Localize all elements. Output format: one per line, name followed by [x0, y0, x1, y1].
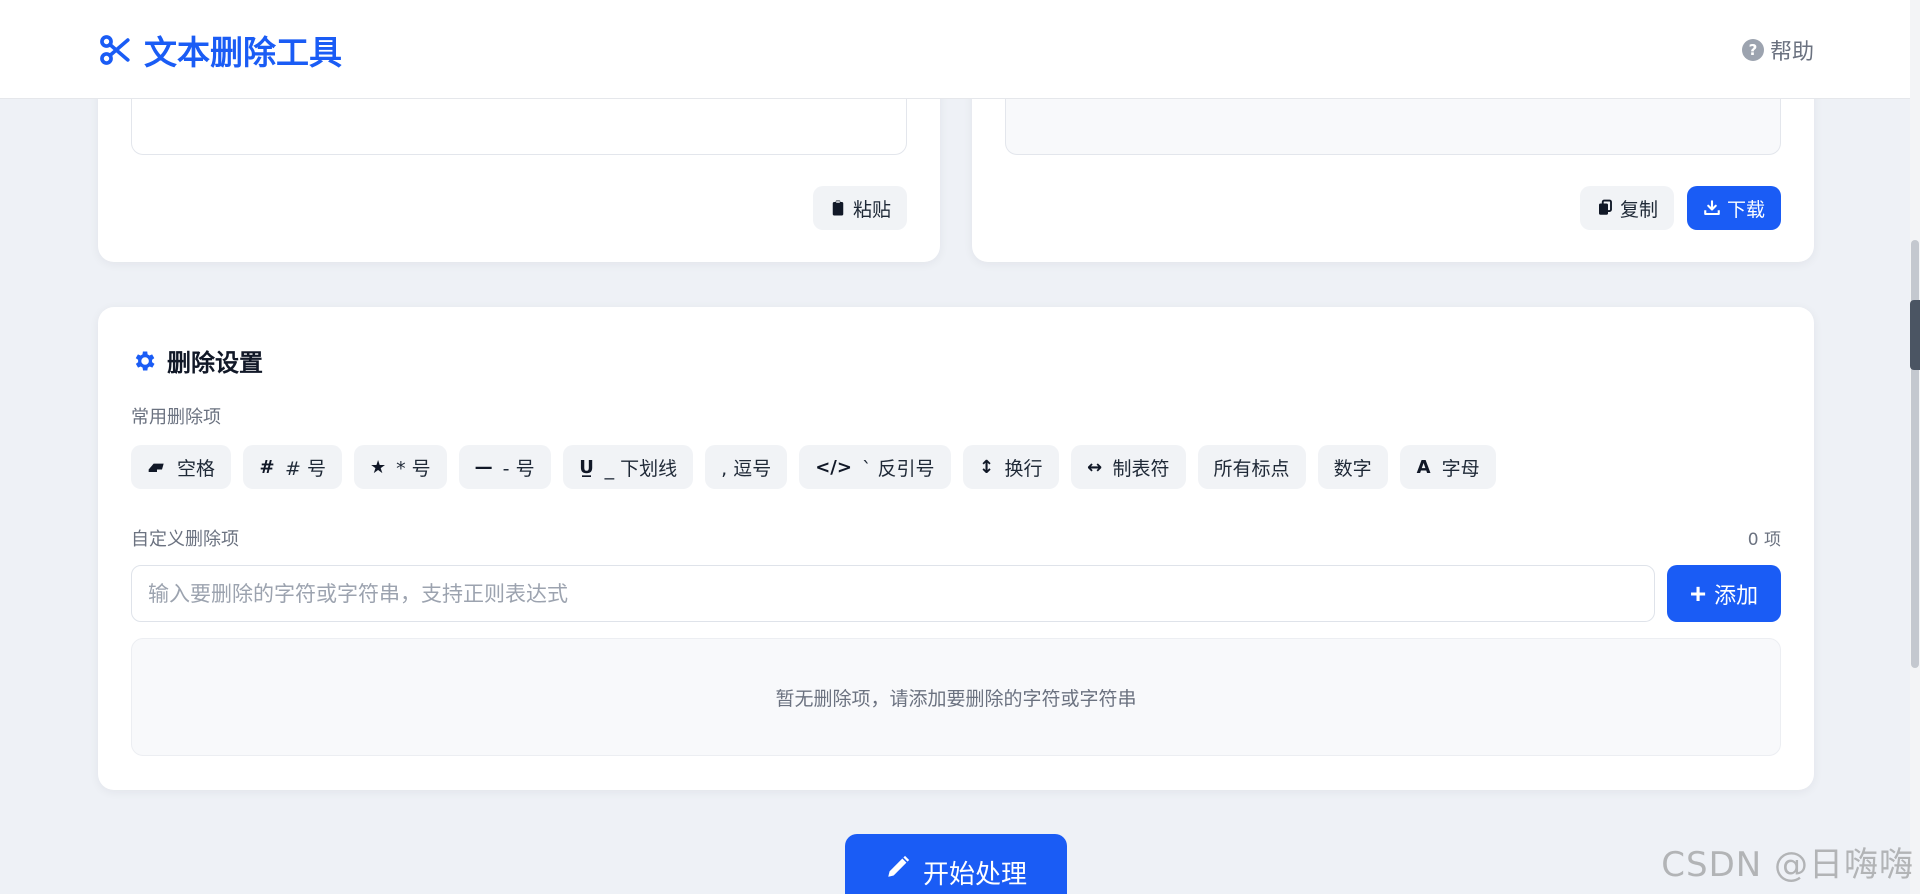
gear-icon	[135, 350, 155, 371]
vertical-arrows-icon: ↕	[978, 456, 995, 478]
custom-items-count: 0 项	[1747, 530, 1781, 550]
chip-asterisk[interactable]: ★ * 号	[353, 445, 447, 489]
input-textarea[interactable]	[131, 90, 907, 155]
app-root: 粘贴 复制 下载 文本删除工具 ? 帮助 删除设置 常用删除项 空格 # # 号…	[0, 0, 1920, 894]
underline-icon: U̲	[579, 456, 594, 478]
common-items-label: 常用删除项	[131, 407, 221, 428]
plus-icon: +	[1689, 577, 1707, 609]
add-button[interactable]: + 添加	[1667, 565, 1781, 622]
copy-icon	[1598, 199, 1612, 215]
chip-label: _ 下划线	[604, 457, 678, 480]
settings-title-text: 删除设置	[167, 349, 263, 377]
side-panel-handle[interactable]	[1910, 300, 1920, 370]
chip-newline[interactable]: ↕ 换行	[962, 445, 1059, 489]
download-icon	[1704, 200, 1720, 216]
letter-a-icon: A	[1416, 456, 1431, 478]
chip-hash[interactable]: # # 号	[243, 445, 342, 489]
download-button-label: 下载	[1726, 198, 1765, 221]
custom-items-label: 自定义删除项	[131, 529, 239, 550]
chip-space[interactable]: 空格	[131, 445, 232, 489]
start-processing-button[interactable]: 开始处理	[845, 834, 1067, 894]
chip-label: 数字	[1333, 457, 1372, 480]
chip-punctuation[interactable]: 所有标点	[1197, 445, 1306, 489]
paste-button-label: 粘贴	[852, 198, 891, 221]
horizontal-arrows-icon: ↔	[1086, 456, 1103, 478]
settings-title: 删除设置	[131, 343, 263, 378]
scissors-icon	[100, 35, 130, 65]
code-icon: </>	[815, 456, 852, 478]
brand: 文本删除工具	[98, 30, 342, 72]
copy-button-label: 复制	[1619, 198, 1658, 221]
chip-label: * 号	[396, 457, 431, 480]
chip-tab[interactable]: ↔ 制表符	[1070, 445, 1186, 489]
app-header: 文本删除工具 ? 帮助	[0, 0, 1910, 99]
chip-comma[interactable]: , 逗号	[705, 445, 788, 489]
common-items-list: 空格 # # 号 ★ * 号 — - 号 U̲ _ 下划线 , 逗号 </> `…	[131, 445, 1496, 489]
hash-icon: #	[259, 456, 275, 478]
pencil-icon	[888, 855, 910, 877]
chip-backtick[interactable]: </> ` 反引号	[799, 445, 951, 489]
chip-label: # 号	[285, 457, 326, 480]
question-icon: ?	[1741, 39, 1764, 61]
empty-state-text: 暂无删除项，请添加要删除的字符或字符串	[775, 687, 1137, 710]
output-textarea[interactable]	[1005, 90, 1781, 155]
help-label: 帮助	[1769, 40, 1814, 65]
chip-label: 制表符	[1112, 457, 1170, 480]
chip-digits[interactable]: 数字	[1317, 445, 1388, 489]
page-scrollbar[interactable]	[1910, 0, 1920, 894]
chip-letters[interactable]: A 字母	[1399, 445, 1496, 489]
paste-button[interactable]: 粘贴	[812, 186, 907, 230]
star-icon: ★	[369, 456, 387, 478]
custom-item-input[interactable]	[131, 565, 1655, 622]
app-title: 文本删除工具	[144, 33, 342, 72]
chip-label: 换行	[1004, 457, 1043, 480]
watermark: CSDN @日嗨嗨	[1661, 845, 1914, 885]
custom-items-empty-state: 暂无删除项，请添加要删除的字符或字符串	[131, 638, 1781, 756]
chip-dash[interactable]: — - 号	[458, 445, 551, 489]
chip-underscore[interactable]: U̲ _ 下划线	[562, 445, 694, 489]
minus-icon: —	[474, 456, 493, 478]
start-processing-label: 开始处理	[922, 859, 1027, 889]
eraser-icon	[148, 463, 164, 472]
chip-label: , 逗号	[721, 457, 772, 480]
chip-label: 空格	[177, 457, 216, 480]
add-button-label: 添加	[1714, 582, 1759, 608]
copy-button[interactable]: 复制	[1579, 186, 1674, 230]
chip-label: ` 反引号	[861, 457, 935, 480]
clipboard-icon	[832, 200, 844, 216]
chip-label: 字母	[1441, 457, 1480, 480]
chip-label: - 号	[502, 457, 535, 480]
help-link[interactable]: ? 帮助	[1741, 36, 1814, 65]
chip-label: 所有标点	[1213, 457, 1290, 480]
settings-card: 删除设置 常用删除项 空格 # # 号 ★ * 号 — - 号 U̲ _ 下划线	[98, 307, 1814, 790]
download-button[interactable]: 下载	[1686, 186, 1781, 230]
